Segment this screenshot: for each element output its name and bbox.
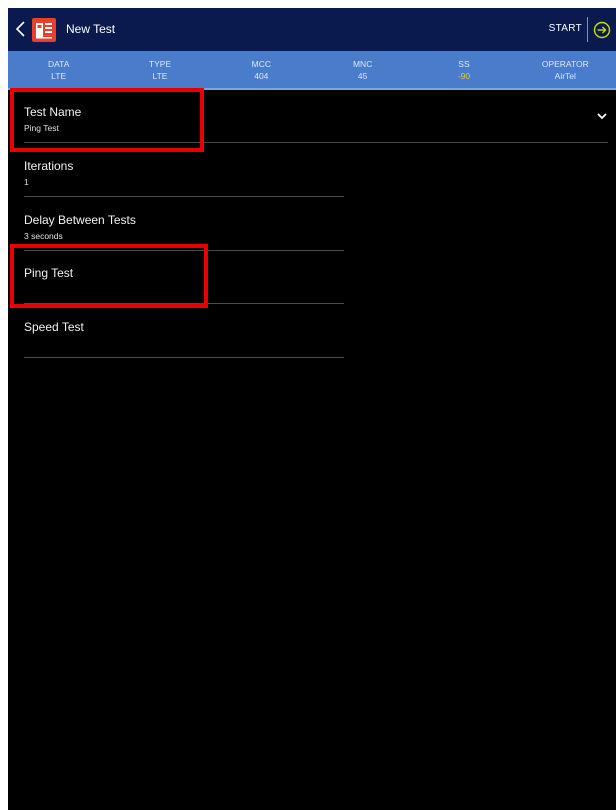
info-value: LTE bbox=[51, 70, 67, 81]
info-label: TYPE bbox=[148, 58, 172, 69]
app-logo-icon bbox=[32, 18, 56, 42]
iterations-value: 1 bbox=[24, 177, 29, 187]
info-mnc: MNC 45 bbox=[312, 51, 413, 88]
info-label: MCC bbox=[251, 58, 271, 69]
highlight-test-name bbox=[10, 88, 204, 152]
navigation-bar: New Test START bbox=[8, 8, 616, 51]
speed-test-row[interactable]: Speed Test bbox=[24, 305, 344, 358]
info-label: OPERATOR bbox=[541, 58, 589, 69]
highlight-ping-test bbox=[10, 244, 208, 308]
row-separator bbox=[24, 357, 344, 358]
info-value: 404 bbox=[254, 70, 269, 81]
info-value: 45 bbox=[357, 70, 368, 81]
speed-test-label: Speed Test bbox=[24, 320, 84, 334]
nav-divider bbox=[587, 17, 588, 42]
info-mcc: MCC 404 bbox=[211, 51, 312, 88]
chevron-down-icon[interactable] bbox=[596, 112, 608, 120]
network-info-strip: DATA LTE TYPE LTE MCC 404 MNC 45 SS -90 … bbox=[8, 51, 616, 88]
info-data: DATA LTE bbox=[8, 51, 109, 88]
row-separator bbox=[24, 196, 344, 197]
info-value: LTE bbox=[152, 70, 168, 81]
start-button[interactable]: START bbox=[549, 23, 582, 34]
delay-value: 3 seconds bbox=[24, 231, 63, 241]
signal-strength-value: -90 bbox=[457, 70, 471, 81]
iterations-label: Iterations bbox=[24, 159, 74, 173]
page-title: New Test bbox=[66, 22, 116, 36]
app-screen: New Test START DATA LTE TYPE LTE MCC 404… bbox=[8, 8, 616, 810]
info-label: DATA bbox=[47, 58, 70, 69]
info-ss: SS -90 bbox=[413, 51, 514, 88]
arrow-right-circle-icon[interactable] bbox=[593, 21, 611, 39]
delay-label: Delay Between Tests bbox=[24, 213, 136, 227]
info-label: MNC bbox=[352, 58, 373, 69]
chevron-left-icon[interactable] bbox=[14, 19, 28, 39]
info-value: AirTel bbox=[554, 70, 576, 81]
info-type: TYPE LTE bbox=[109, 51, 210, 88]
info-label: SS bbox=[458, 58, 470, 69]
info-operator: OPERATOR AirTel bbox=[515, 51, 616, 88]
